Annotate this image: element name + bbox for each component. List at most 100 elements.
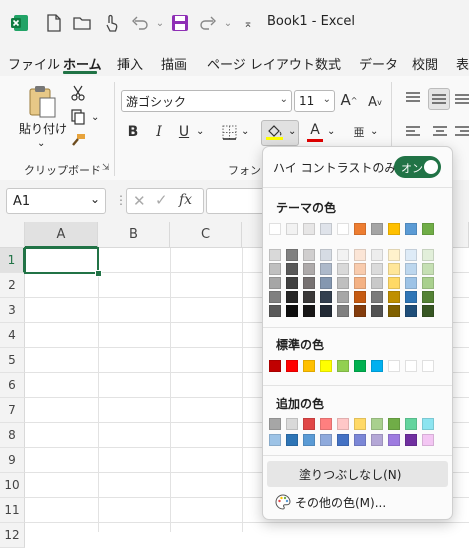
theme-shade-swatch[interactable] — [303, 249, 315, 261]
theme-shade-swatch[interactable] — [371, 249, 383, 261]
theme-shade-swatch[interactable] — [388, 305, 400, 317]
standard-color-swatch[interactable] — [371, 360, 383, 372]
phonetic-guide-button[interactable]: 亜 — [350, 122, 368, 142]
theme-shade-swatch[interactable] — [337, 291, 349, 303]
font-size-combo[interactable]: 11 ⌄ — [294, 90, 335, 112]
chevron-down-icon[interactable]: ⌄ — [323, 94, 331, 105]
tab-draw[interactable]: 描画 — [161, 54, 187, 73]
shrink-font-button[interactable]: Av — [366, 92, 384, 112]
open-folder-icon[interactable] — [72, 13, 92, 33]
theme-color-swatch[interactable] — [388, 223, 400, 235]
row-header-3[interactable]: 3 — [0, 298, 25, 323]
theme-shade-swatch[interactable] — [269, 291, 281, 303]
theme-shade-swatch[interactable] — [422, 277, 434, 289]
no-fill-menu-item[interactable]: 塗りつぶしなし(N) — [267, 461, 448, 487]
recent-color-swatch[interactable] — [354, 418, 366, 430]
recent-color-swatch[interactable] — [337, 434, 349, 446]
theme-shade-swatch[interactable] — [371, 291, 383, 303]
standard-color-swatch[interactable] — [388, 360, 400, 372]
row-header-12[interactable]: 12 — [0, 523, 25, 548]
align-top-icon[interactable] — [403, 88, 423, 108]
underline-button[interactable]: U — [175, 122, 193, 142]
column-header-a[interactable]: A — [25, 222, 98, 248]
tab-insert[interactable]: 挿入 — [117, 54, 143, 73]
cut-icon[interactable] — [69, 84, 87, 102]
theme-shade-swatch[interactable] — [269, 249, 281, 261]
standard-color-swatch[interactable] — [354, 360, 366, 372]
theme-shade-swatch[interactable] — [354, 277, 366, 289]
align-left-icon[interactable] — [403, 122, 423, 142]
borders-icon[interactable] — [220, 122, 238, 142]
theme-shade-swatch[interactable] — [422, 291, 434, 303]
phonetic-dropdown-icon[interactable]: ⌄ — [370, 126, 378, 137]
paste-button[interactable] — [22, 84, 62, 124]
theme-shade-swatch[interactable] — [371, 277, 383, 289]
theme-shade-swatch[interactable] — [269, 277, 281, 289]
standard-color-swatch[interactable] — [269, 360, 281, 372]
tab-data[interactable]: データ — [359, 54, 398, 73]
tab-view[interactable]: 表 — [456, 54, 469, 73]
row-header-6[interactable]: 6 — [0, 373, 25, 398]
recent-color-swatch[interactable] — [405, 434, 417, 446]
theme-shade-swatch[interactable] — [422, 305, 434, 317]
column-header-c[interactable]: C — [170, 222, 242, 248]
theme-shade-swatch[interactable] — [354, 263, 366, 275]
theme-shade-swatch[interactable] — [405, 249, 417, 261]
font-color-button[interactable]: A — [306, 120, 324, 144]
theme-shade-swatch[interactable] — [405, 263, 417, 275]
recent-color-swatch[interactable] — [422, 434, 434, 446]
theme-color-swatch[interactable] — [269, 223, 281, 235]
recent-color-swatch[interactable] — [388, 418, 400, 430]
undo-icon[interactable] — [130, 13, 150, 33]
standard-color-swatch[interactable] — [337, 360, 349, 372]
theme-shade-swatch[interactable] — [337, 249, 349, 261]
clipboard-launcher-icon[interactable]: ⇲ — [102, 163, 110, 173]
recent-color-swatch[interactable] — [388, 434, 400, 446]
grow-font-button[interactable]: A ^ — [340, 90, 358, 110]
recent-color-swatch[interactable] — [286, 434, 298, 446]
theme-shade-swatch[interactable] — [303, 277, 315, 289]
copy-dropdown-icon[interactable]: ⌄ — [91, 112, 99, 123]
standard-color-swatch[interactable] — [303, 360, 315, 372]
standard-color-swatch[interactable] — [405, 360, 417, 372]
theme-shade-swatch[interactable] — [405, 277, 417, 289]
fill-handle[interactable] — [95, 270, 102, 277]
theme-shade-swatch[interactable] — [320, 249, 332, 261]
font-name-combo[interactable]: 游ゴシック ⌄ — [121, 90, 292, 112]
column-header-b[interactable]: B — [98, 222, 170, 248]
high-contrast-toggle[interactable]: オン — [394, 156, 441, 178]
italic-button[interactable]: I — [150, 122, 168, 142]
underline-dropdown-icon[interactable]: ⌄ — [196, 126, 204, 137]
recent-color-swatch[interactable] — [371, 434, 383, 446]
tab-file[interactable]: ファイル — [8, 54, 60, 73]
theme-shade-swatch[interactable] — [405, 291, 417, 303]
theme-shade-swatch[interactable] — [269, 263, 281, 275]
theme-shade-swatch[interactable] — [303, 291, 315, 303]
more-colors-menu-item[interactable]: その他の色(M)... — [267, 489, 448, 515]
align-middle-icon[interactable] — [428, 88, 450, 110]
row-header-9[interactable]: 9 — [0, 448, 25, 473]
row-header-11[interactable]: 11 — [0, 498, 25, 523]
copy-icon[interactable] — [69, 108, 87, 126]
redo-dropdown-icon[interactable]: ⌄ — [218, 13, 238, 33]
align-center-icon[interactable] — [430, 122, 450, 142]
recent-color-swatch[interactable] — [286, 418, 298, 430]
recent-color-swatch[interactable] — [371, 418, 383, 430]
paste-dropdown-icon[interactable]: ⌄ — [37, 138, 45, 149]
chevron-down-icon[interactable]: ⌄ — [90, 192, 100, 206]
theme-color-swatch[interactable] — [320, 223, 332, 235]
format-painter-icon[interactable] — [69, 132, 87, 150]
name-box[interactable]: A1 ⌄ — [6, 188, 106, 214]
theme-shade-swatch[interactable] — [405, 305, 417, 317]
row-header-5[interactable]: 5 — [0, 348, 25, 373]
tab-page-layout[interactable]: ページ レイアウト — [207, 54, 315, 73]
theme-shade-swatch[interactable] — [337, 263, 349, 275]
theme-shade-swatch[interactable] — [320, 277, 332, 289]
align-right-icon[interactable] — [455, 122, 469, 142]
cancel-icon[interactable]: ✕ — [133, 192, 146, 210]
row-header-8[interactable]: 8 — [0, 423, 25, 448]
touch-mode-icon[interactable] — [102, 13, 122, 33]
theme-color-swatch[interactable] — [371, 223, 383, 235]
fill-color-dropdown-icon[interactable]: ⌄ — [288, 126, 296, 137]
theme-shade-swatch[interactable] — [388, 263, 400, 275]
